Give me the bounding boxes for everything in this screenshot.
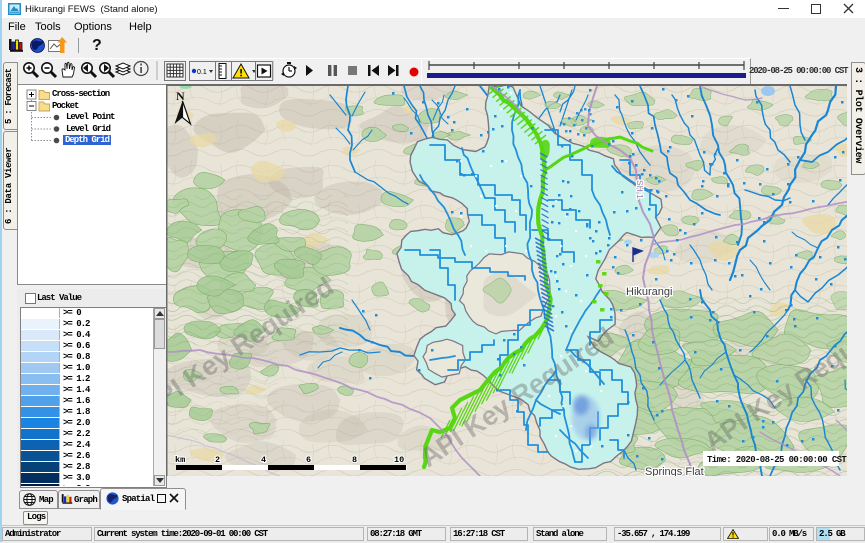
svg-text:Hikurangi: Hikurangi <box>626 286 672 298</box>
svg-text:6: 6 <box>306 455 311 465</box>
svg-text:4: 4 <box>261 455 266 465</box>
svg-text:Time: 2020-08-25 00:00:00 CST: Time: 2020-08-25 00:00:00 CST <box>707 455 847 465</box>
svg-text:2: 2 <box>215 455 220 465</box>
svg-text:N: N <box>176 89 185 103</box>
svg-text:Springs Flat: Springs Flat <box>645 466 704 476</box>
svg-text:SH 1: SH 1 <box>635 180 645 199</box>
svg-text:km: km <box>175 455 185 465</box>
svg-text:8: 8 <box>352 455 357 465</box>
svg-text:0.1: 0.1 <box>197 69 207 76</box>
svg-text:10: 10 <box>394 455 404 465</box>
